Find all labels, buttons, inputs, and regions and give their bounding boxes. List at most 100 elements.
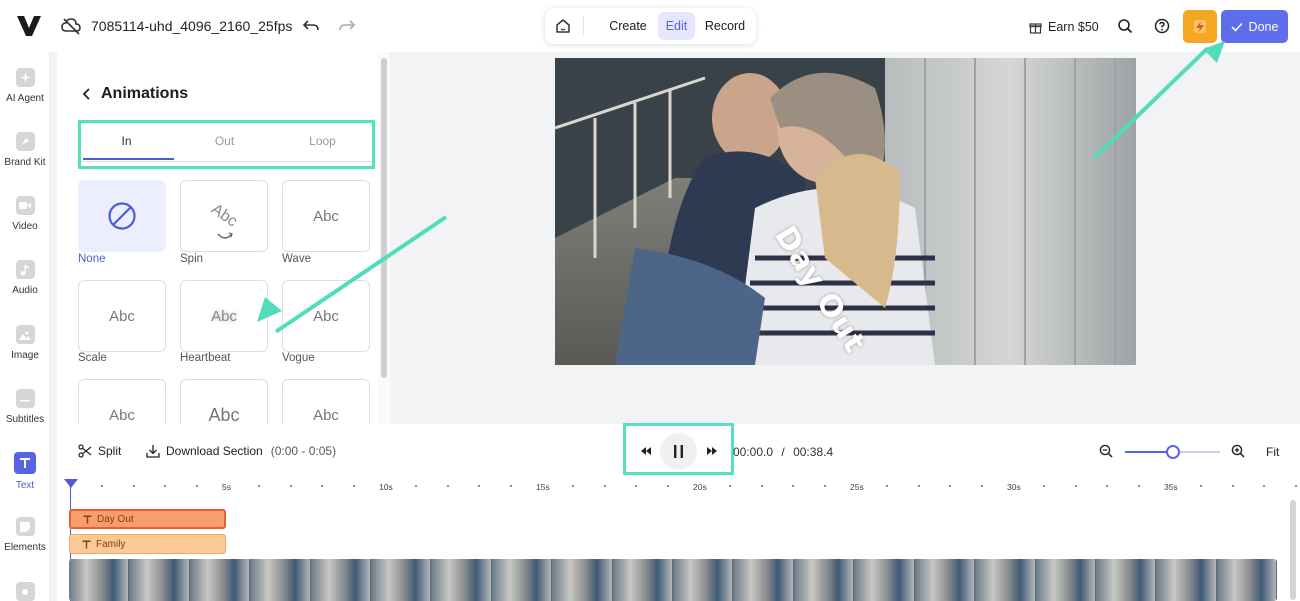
split-label: Split	[98, 444, 122, 458]
text-clip-icon	[82, 540, 91, 548]
mode-edit-tab[interactable]: Edit	[658, 12, 695, 40]
redo-icon[interactable]	[338, 17, 356, 35]
ruler-tick	[446, 485, 449, 487]
app-logo[interactable]	[16, 14, 42, 38]
filmstrip-frame	[310, 559, 372, 601]
split-button[interactable]: Split	[78, 444, 121, 458]
sidebar-item-elements[interactable]: Elements	[0, 517, 50, 553]
animation-card-9[interactable]: Abc	[282, 379, 370, 424]
panel-scrollbar-thumb[interactable]	[381, 58, 387, 378]
ruler-tick	[603, 485, 606, 487]
sidebar-label: Elements	[4, 542, 46, 553]
ruler-label: 20s	[693, 482, 707, 492]
animation-card-wave[interactable]: Abc	[282, 180, 370, 252]
filmstrip-frame	[491, 559, 553, 601]
spin-arrow-icon	[217, 232, 233, 239]
upgrade-bolt-button[interactable]	[1183, 10, 1217, 43]
arrowhead-heartbeat-icon	[257, 297, 282, 322]
home-icon[interactable]	[554, 17, 572, 35]
card-7-preview: Abc	[109, 406, 135, 424]
sidebar-item-brand-kit[interactable]: Brand Kit	[0, 132, 50, 168]
download-section-button[interactable]: Download Section (0:00 - 0:05)	[146, 444, 336, 458]
zoom-slider-thumb[interactable]	[1165, 445, 1180, 459]
cloud-sync-icon[interactable]	[60, 16, 82, 36]
filmstrip-frame	[250, 559, 311, 601]
none-icon	[108, 202, 136, 230]
fit-button[interactable]: Fit	[1266, 445, 1279, 459]
zoom-in-icon[interactable]	[1231, 444, 1245, 458]
file-name[interactable]: 7085114-uhd_4096_2160_25fps	[91, 18, 292, 34]
text-clip-icon	[83, 515, 92, 523]
fast-forward-icon[interactable]	[700, 440, 722, 462]
animation-card-7[interactable]: Abc	[78, 379, 166, 424]
timeline-scrollbar[interactable]	[1290, 500, 1296, 600]
ruler-tick	[572, 485, 575, 487]
sidebar-item-ai-agent[interactable]: AI Agent	[0, 68, 50, 104]
mode-record-tab[interactable]: Record	[701, 12, 749, 40]
sidebar-item-subtitles[interactable]: Subtitles	[0, 389, 50, 425]
sidebar-label: AI Agent	[6, 93, 44, 104]
ruler-tick	[792, 485, 795, 487]
ruler-tick	[101, 485, 104, 487]
filmstrip-frame	[1095, 559, 1157, 601]
sidebar-item-more[interactable]	[0, 582, 50, 601]
sidebar-item-text[interactable]: Text	[0, 452, 50, 491]
card-label-spin: Spin	[180, 253, 204, 265]
sidebar-item-video[interactable]: Video	[0, 196, 50, 232]
bolt-icon	[1194, 20, 1206, 33]
back-arrow-icon[interactable]	[79, 86, 95, 102]
text-clip-family[interactable]: Family	[69, 534, 226, 554]
ruler-tick	[132, 485, 135, 487]
clip-label: Family	[96, 538, 126, 550]
top-bar: 7085114-uhd_4096_2160_25fps Create Edit …	[0, 0, 1300, 52]
undo-icon[interactable]	[302, 17, 320, 35]
ruler-tick	[886, 485, 889, 487]
arrowhead-done-icon	[1203, 41, 1225, 63]
filmstrip-frame	[612, 559, 674, 601]
clip-label: Day Out	[97, 513, 134, 525]
ruler-tick	[635, 485, 638, 487]
ruler-tick	[289, 485, 292, 487]
mode-create-tab[interactable]: Create	[603, 12, 653, 40]
help-icon[interactable]	[1154, 18, 1170, 34]
rail-divider	[50, 52, 57, 601]
text-clip-day-out[interactable]: Day Out	[69, 509, 226, 529]
video-icon	[15, 196, 35, 215]
mode-switcher: Create Edit Record	[545, 8, 756, 44]
rewind-icon[interactable]	[636, 440, 658, 462]
earn-button[interactable]: Earn $50	[1029, 18, 1099, 36]
animation-card-none[interactable]	[78, 180, 166, 252]
total-time: 00:38.4	[793, 445, 834, 459]
pause-button[interactable]	[660, 433, 697, 470]
ruler-tick	[1106, 485, 1109, 487]
filmstrip-frame	[1216, 559, 1277, 601]
animation-card-heartbeat[interactable]: Abc	[180, 280, 268, 352]
ruler-tick	[1043, 485, 1046, 487]
ruler-tick	[352, 485, 355, 487]
ruler-label: 15s	[536, 482, 550, 492]
animation-card-8[interactable]: Abc	[180, 379, 268, 424]
ruler-tick	[823, 485, 826, 487]
animation-card-scale[interactable]: Abc	[78, 280, 166, 352]
ai-agent-icon	[15, 68, 35, 87]
sidebar-label: Video	[12, 221, 38, 232]
done-button[interactable]: Done	[1221, 10, 1288, 43]
playhead-handle[interactable]	[64, 479, 78, 488]
timeline-ruler[interactable]: 0s5s10s15s20s25s30s35s	[57, 478, 1297, 496]
sidebar-item-image[interactable]: Image	[0, 325, 50, 361]
time-separator: /	[781, 445, 785, 459]
filmstrip-frame	[793, 559, 855, 601]
ruler-label: 30s	[1007, 482, 1021, 492]
sidebar-item-audio[interactable]: Audio	[0, 260, 50, 296]
done-label: Done	[1248, 19, 1279, 34]
ruler-label: 5s	[222, 482, 231, 492]
zoom-out-icon[interactable]	[1099, 444, 1113, 458]
current-time: 00:00.0	[733, 445, 774, 459]
search-icon[interactable]	[1117, 18, 1133, 34]
audio-icon	[15, 260, 35, 279]
spin-preview: Abc	[208, 200, 241, 231]
animation-card-spin[interactable]: Abc	[180, 180, 268, 252]
filmstrip-frame	[975, 559, 1036, 601]
pause-icon	[674, 445, 683, 458]
video-track-filmstrip[interactable]	[69, 559, 1277, 601]
